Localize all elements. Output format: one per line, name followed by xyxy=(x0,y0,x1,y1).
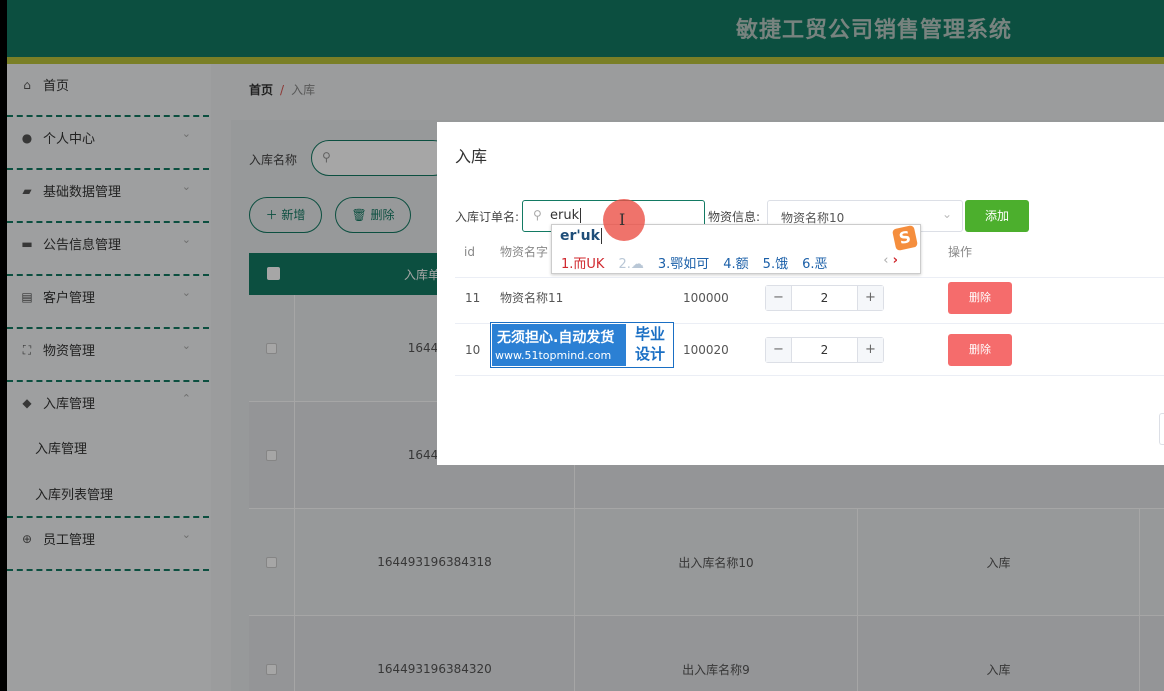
app-window: 敏捷工贸公司销售管理系统 ⌂ 首页 ● 个人中心 ⌄ ▰ 基础数据管理 ⌄ ▬ … xyxy=(7,0,1164,691)
row-code: 100020 xyxy=(683,343,729,357)
column-header-id: id xyxy=(464,245,475,259)
ime-pager[interactable]: ‹ › xyxy=(883,253,898,268)
watermark-left: 无须担心.自动发货 www.51topmind.com xyxy=(492,324,626,366)
material-label: 物资信息: xyxy=(708,210,761,224)
ime-candidate[interactable]: 1.而UK xyxy=(561,257,604,272)
order-name-label: 入库订单名: xyxy=(455,210,520,224)
ime-candidate[interactable]: 2.☁ xyxy=(618,257,643,272)
ime-candidate[interactable]: 4.额 xyxy=(723,257,748,272)
delete-row-button[interactable]: 删除 xyxy=(948,334,1012,366)
column-header-action: 操作 xyxy=(948,245,973,259)
chevron-left-icon[interactable]: ‹ xyxy=(883,253,888,268)
column-header-name: 物资名字 xyxy=(500,245,549,259)
text-cursor-icon: I xyxy=(619,210,626,229)
row-code: 100000 xyxy=(683,291,729,305)
increment-button[interactable]: + xyxy=(857,338,883,362)
watermark-right: 毕业 设计 xyxy=(628,324,672,366)
quantity-stepper[interactable]: − 2 + xyxy=(765,285,884,311)
ime-candidates: 1.而UK 2.☁ 3.鄂如可 4.额 5.饿 6.恶 xyxy=(561,253,841,272)
dialog-footer-button[interactable] xyxy=(1159,413,1164,445)
increment-button[interactable]: + xyxy=(857,286,883,310)
row-name: 物资名称11 xyxy=(500,291,564,305)
order-name-value: eruk xyxy=(550,208,582,223)
row-id: 11 xyxy=(465,291,481,305)
quantity-stepper[interactable]: − 2 + xyxy=(765,337,884,363)
ime-candidate[interactable]: 3.鄂如可 xyxy=(658,257,709,272)
quantity-value[interactable]: 2 xyxy=(792,286,857,310)
watermark-badge: 无须担心.自动发货 www.51topmind.com 毕业 设计 xyxy=(490,322,674,368)
watermark-line1: 无须担心.自动发货 xyxy=(497,330,615,346)
delete-row-button[interactable]: 删除 xyxy=(948,282,1012,314)
dialog-table-row: 11 物资名称11 100000 − 2 + 删除 xyxy=(455,272,1164,324)
cloud-icon: ☁ xyxy=(630,257,644,272)
search-icon: ⚲ xyxy=(533,208,542,222)
decrement-button[interactable]: − xyxy=(766,286,792,310)
sogou-logo-icon: S xyxy=(891,224,919,252)
chevron-down-icon: ⌄ xyxy=(941,207,952,221)
chevron-right-icon[interactable]: › xyxy=(893,253,898,268)
watermark-right-line2: 设计 xyxy=(634,345,665,363)
quantity-value[interactable]: 2 xyxy=(792,338,857,362)
watermark-url: www.51topmind.com xyxy=(495,349,612,362)
ime-candidate[interactable]: 5.饿 xyxy=(763,257,788,272)
dialog-title: 入库 xyxy=(455,147,488,166)
watermark-right-line1: 毕业 xyxy=(634,325,665,343)
ime-candidate[interactable]: 6.恶 xyxy=(802,257,827,272)
row-id: 10 xyxy=(465,343,481,357)
decrement-button[interactable]: − xyxy=(766,338,792,362)
stock-in-dialog: 入库 入库订单名: ⚲ eruk 物资信息: 物资名称10 ⌄ 添加 id 物资… xyxy=(437,122,1164,465)
ime-composition: er'uk xyxy=(560,228,602,244)
